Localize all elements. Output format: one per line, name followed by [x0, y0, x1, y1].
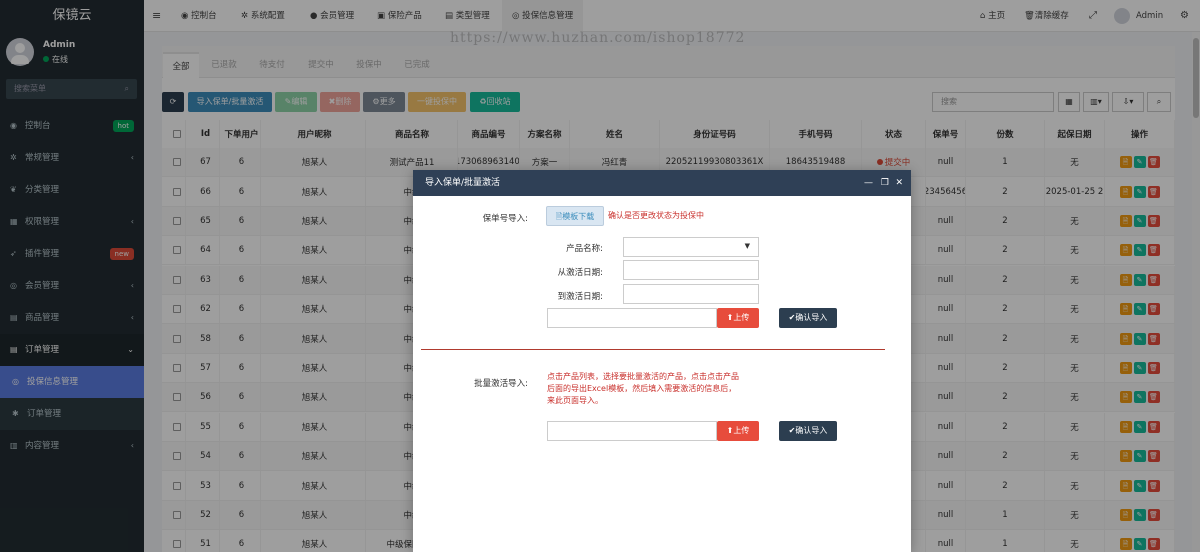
close-icon[interactable]: ✕ [895, 170, 903, 196]
upload-button-1[interactable]: ⬆上传 [717, 308, 759, 328]
template-download-button[interactable]: 🗎模板下载 [546, 206, 604, 226]
minimize-icon[interactable]: — [864, 170, 873, 196]
batch-hint-line: 点击产品列表，选择要批量激活的产品，点击点击产品 [547, 372, 739, 381]
confirm-hint: 确认是否更改状态为投保中 [608, 211, 704, 220]
policy-file-input[interactable] [547, 308, 717, 328]
confirm-import-label: 确认导入 [795, 313, 828, 322]
import-modal: 导入保单/批量激活 — ❐ ✕ 保单号导入: 🗎模板下载 确认是否更改状态为投保… [413, 170, 911, 552]
policy-import-label: 保单号导入: [482, 214, 528, 224]
modal-header: 导入保单/批量激活 — ❐ ✕ [413, 170, 911, 196]
upload-label: 上传 [733, 313, 750, 322]
upload-label: 上传 [733, 426, 750, 435]
app-root: 保镜云 Admin 在线 搜索菜单 ⌕ ◉ 控制台 hot ✲ 常规管理 ‹ ❦ 分类管理 ▦ 权限… [0, 0, 1200, 552]
product-select[interactable]: ▼ [623, 237, 759, 257]
confirm-import-button-1[interactable]: ✔确认导入 [779, 308, 837, 328]
batch-hint-line: 来此页面导入。 [547, 396, 603, 405]
product-name-label: 产品名称: [566, 244, 603, 254]
from-date-input[interactable] [623, 260, 759, 280]
confirm-import-button-2[interactable]: ✔确认导入 [779, 421, 837, 441]
batch-hint: 点击产品列表，选择要批量激活的产品，点击点击产品 后面的导出Excel模板，然后… [547, 371, 739, 407]
batch-file-input[interactable] [547, 421, 717, 441]
to-date-input[interactable] [623, 284, 759, 304]
modal-title: 导入保单/批量激活 [425, 178, 501, 188]
batch-import-label: 批量激活导入: [474, 379, 528, 389]
batch-hint-line: 后面的导出Excel模板，然后填入需要激活的信息后， [547, 384, 737, 393]
maximize-icon[interactable]: ❐ [881, 170, 889, 196]
upload-button-2[interactable]: ⬆上传 [717, 421, 759, 441]
divider [421, 349, 885, 350]
confirm-import-label: 确认导入 [795, 426, 828, 435]
from-date-label: 从激活日期: [557, 268, 603, 278]
chevron-down-icon: ▼ [744, 242, 750, 250]
to-date-label: 到激活日期: [557, 292, 603, 302]
template-download-label: 模板下载 [562, 212, 595, 221]
